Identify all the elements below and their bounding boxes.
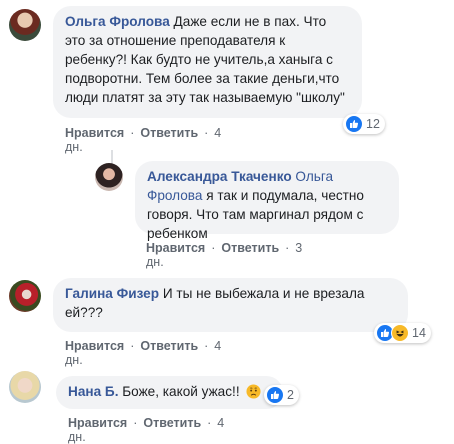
reaction-count: 12 bbox=[366, 117, 380, 131]
separator: · bbox=[204, 339, 209, 353]
avatar[interactable] bbox=[9, 9, 41, 41]
reactions-summary[interactable]: 12 bbox=[343, 114, 385, 134]
separator: · bbox=[133, 416, 138, 430]
separator: · bbox=[207, 416, 212, 430]
reply-button[interactable]: Ответить bbox=[140, 339, 198, 353]
comment-author[interactable]: Галина Физер bbox=[65, 286, 159, 301]
reply-thread-line bbox=[111, 150, 113, 164]
avatar[interactable] bbox=[95, 163, 123, 191]
like-button[interactable]: Нравится bbox=[146, 241, 205, 255]
comment-bubble: Александра Ткаченко Ольга Фролова я так … bbox=[135, 161, 399, 241]
like-icon bbox=[266, 386, 284, 404]
reaction-count: 2 bbox=[287, 388, 294, 402]
avatar[interactable] bbox=[9, 371, 41, 403]
separator: · bbox=[204, 126, 209, 140]
reply-button[interactable]: Ответить bbox=[140, 126, 198, 140]
reply-button[interactable]: Ответить bbox=[143, 416, 201, 430]
comment-actions: Нравится · Ответить · 4 дн. bbox=[68, 416, 224, 444]
comment-author[interactable]: Нана Б. bbox=[68, 384, 118, 399]
comment-author[interactable]: Ольга Фролова bbox=[65, 14, 170, 29]
like-button[interactable]: Нравится bbox=[65, 126, 124, 140]
reply-button[interactable]: Ответить bbox=[221, 241, 279, 255]
separator: · bbox=[285, 241, 290, 255]
avatar[interactable] bbox=[9, 280, 41, 312]
comment-bubble: Ольга Фролова Даже если не в пах. Что эт… bbox=[53, 6, 362, 118]
separator: · bbox=[130, 339, 135, 353]
reactions-summary[interactable]: 2 bbox=[264, 385, 299, 405]
comment-author[interactable]: Александра Ткаченко bbox=[147, 169, 292, 184]
reaction-count: 14 bbox=[412, 326, 426, 340]
separator: · bbox=[211, 241, 216, 255]
comment-bubble: Нана Б. Боже, какой ужас!! bbox=[56, 376, 283, 409]
reactions-summary[interactable]: 14 bbox=[374, 323, 431, 343]
comment-bubble: Галина Физер И ты не выбежала и не вреза… bbox=[53, 278, 408, 332]
haha-icon bbox=[391, 324, 409, 342]
comment-actions: Нравится · Ответить · 4 дн. bbox=[65, 339, 221, 367]
like-icon bbox=[345, 115, 363, 133]
separator: · bbox=[130, 126, 135, 140]
comment-text: Боже, какой ужас!! bbox=[122, 384, 240, 399]
sad-emoji-icon bbox=[246, 384, 261, 404]
comment-actions: Нравится · Ответить · 4 дн. bbox=[65, 126, 221, 154]
like-button[interactable]: Нравится bbox=[68, 416, 127, 430]
comment-actions: Нравится · Ответить · 3 дн. bbox=[146, 241, 302, 269]
like-button[interactable]: Нравится bbox=[65, 339, 124, 353]
